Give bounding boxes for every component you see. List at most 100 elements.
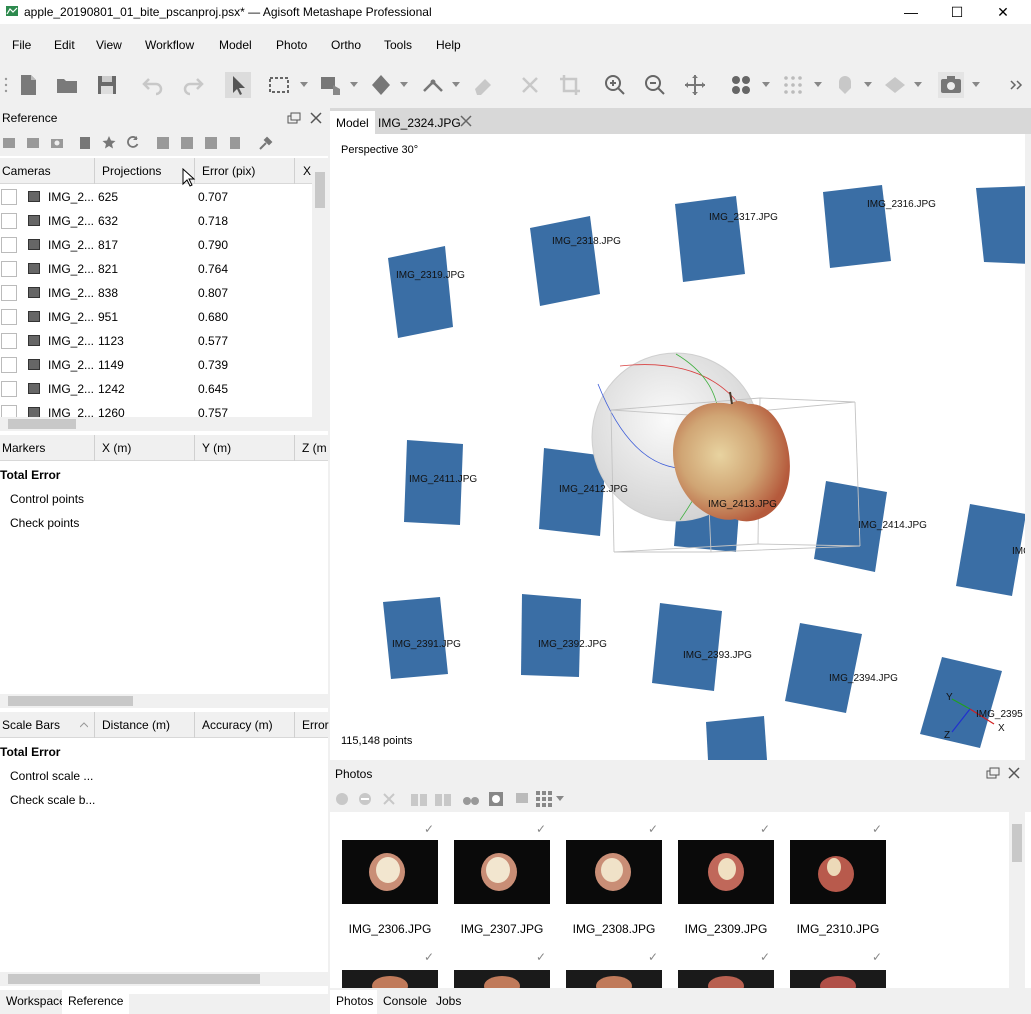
model-scene[interactable]: IMG_2319.JPG IMG_2318.JPG IMG_2317.JPG I…: [330, 134, 1025, 760]
photo-thumbnail[interactable]: [566, 970, 662, 988]
photo-thumbnail[interactable]: [342, 840, 438, 904]
ruler-icon[interactable]: [420, 72, 446, 98]
menu-tools[interactable]: Tools: [384, 38, 412, 52]
scrollbar-thumb[interactable]: [8, 419, 76, 429]
delete-icon[interactable]: [517, 72, 543, 98]
new-document-icon[interactable]: [15, 72, 41, 98]
photo-thumbnail[interactable]: [678, 840, 774, 904]
zoom-out-icon[interactable]: [642, 72, 668, 98]
menu-file[interactable]: File: [12, 38, 31, 52]
convert-reference-icon[interactable]: [50, 136, 64, 150]
tab-img-2324[interactable]: IMG_2324.JPG: [372, 111, 467, 134]
model-3d-view[interactable]: IMG_2319.JPG IMG_2318.JPG IMG_2317.JPG I…: [330, 134, 1025, 760]
menu-help[interactable]: Help: [436, 38, 461, 52]
photo-thumbnail[interactable]: [790, 840, 886, 904]
enable-camera-icon[interactable]: [335, 792, 349, 806]
tab-reference[interactable]: Reference: [62, 990, 130, 1014]
rotate-left-icon[interactable]: [410, 791, 428, 807]
disable-camera-icon[interactable]: [358, 792, 372, 806]
eraser-icon[interactable]: [470, 72, 496, 98]
show-texture-dropdown-icon[interactable]: [914, 82, 922, 88]
camera-rect[interactable]: [706, 716, 767, 760]
show-texture-icon[interactable]: [882, 72, 908, 98]
accuracy-m-column-header[interactable]: Accuracy (m): [202, 718, 273, 732]
menu-view[interactable]: View: [96, 38, 122, 52]
show-cameras-icon[interactable]: [728, 72, 754, 98]
x-m-column-header[interactable]: X (m): [102, 441, 131, 455]
move-region-icon[interactable]: [318, 72, 344, 98]
photo-thumbnail[interactable]: [566, 840, 662, 904]
camera-enable-checkbox[interactable]: [1, 333, 17, 349]
undock-panel-icon[interactable]: [287, 112, 301, 124]
view-source-icon[interactable]: [156, 136, 170, 150]
view-mode-grid-icon[interactable]: [536, 791, 552, 807]
photo-thumbnail[interactable]: [342, 970, 438, 988]
markers-check-points[interactable]: Check points: [10, 516, 79, 530]
table-row[interactable]: IMG_2... 1149 0.739: [0, 353, 312, 377]
undo-icon[interactable]: [140, 72, 166, 98]
image-thumb-icon[interactable]: [516, 793, 528, 803]
scalebars-check-scale[interactable]: Check scale b...: [10, 793, 95, 807]
view-mode-dropdown-icon[interactable]: [556, 796, 564, 802]
tab-photos[interactable]: Photos: [330, 990, 380, 1014]
select-arrow-icon[interactable]: [225, 72, 251, 98]
camera-rect[interactable]: [521, 594, 581, 677]
table-row[interactable]: IMG_2... 951 0.680: [0, 305, 312, 329]
camera-rect[interactable]: [920, 657, 1002, 748]
cameras-vertical-scrollbar[interactable]: [312, 160, 328, 418]
tab-jobs[interactable]: Jobs: [430, 990, 468, 1014]
scalebars-total-error[interactable]: Total Error: [0, 745, 60, 759]
save-icon[interactable]: [94, 72, 120, 98]
error-pix-column-header[interactable]: Error (pix): [202, 164, 255, 178]
distance-m-column-header[interactable]: Distance (m): [102, 718, 170, 732]
show-points-icon[interactable]: [780, 72, 806, 98]
y-m-column-header[interactable]: Y (m): [202, 441, 231, 455]
scrollbar-thumb[interactable]: [8, 696, 133, 706]
camera-rect[interactable]: [785, 623, 862, 713]
cameras-horizontal-scrollbar[interactable]: [0, 417, 328, 431]
rotate-object-icon[interactable]: [368, 72, 394, 98]
import-reference-icon[interactable]: [2, 136, 16, 150]
camera-enable-checkbox[interactable]: [1, 309, 17, 325]
maximize-button[interactable]: ☐: [934, 2, 980, 22]
minimize-button[interactable]: —: [888, 2, 934, 22]
move-region-dropdown-icon[interactable]: [350, 82, 358, 88]
menu-model[interactable]: Model: [219, 38, 252, 52]
markers-horizontal-scrollbar[interactable]: [0, 694, 328, 708]
menu-workflow[interactable]: Workflow: [145, 38, 194, 52]
camera-rect[interactable]: [652, 603, 722, 691]
markers-column-header[interactable]: Markers: [2, 441, 45, 455]
camera-enable-checkbox[interactable]: [1, 285, 17, 301]
update-refresh-icon[interactable]: [126, 135, 140, 149]
projections-column-header[interactable]: Projections: [102, 164, 161, 178]
ruler-dropdown-icon[interactable]: [452, 82, 460, 88]
markers-control-points[interactable]: Control points: [10, 492, 84, 506]
camera-rect[interactable]: [530, 216, 600, 306]
close-panel-icon[interactable]: [309, 111, 323, 125]
show-points-dropdown-icon[interactable]: [814, 82, 822, 88]
filter-photos-icon[interactable]: [462, 791, 480, 807]
show-model-icon[interactable]: [832, 72, 858, 98]
camera-enable-checkbox[interactable]: [1, 357, 17, 373]
photo-thumbnail[interactable]: [454, 840, 550, 904]
undock-panel-icon[interactable]: [986, 767, 1000, 779]
close-window-button[interactable]: ✕: [980, 2, 1026, 22]
photo-thumbnail[interactable]: [678, 970, 774, 988]
table-row[interactable]: IMG_2... 838 0.807: [0, 281, 312, 305]
rotate-object-dropdown-icon[interactable]: [400, 82, 408, 88]
photo-thumbnail[interactable]: [454, 970, 550, 988]
tab-console[interactable]: Console: [377, 990, 434, 1014]
camera-rect[interactable]: [976, 186, 1025, 264]
table-row[interactable]: IMG_2... 625 0.707: [0, 185, 312, 209]
capture-view-icon[interactable]: [938, 72, 964, 98]
table-row[interactable]: IMG_2... 632 0.718: [0, 209, 312, 233]
table-row[interactable]: IMG_2... 1260 0.757: [0, 401, 312, 417]
photo-thumbnail[interactable]: [790, 970, 886, 988]
camera-enable-checkbox[interactable]: [1, 237, 17, 253]
cameras-column-header[interactable]: Cameras: [2, 164, 51, 178]
table-row[interactable]: IMG_2... 821 0.764: [0, 257, 312, 281]
reset-view-icon[interactable]: [682, 72, 708, 98]
capture-view-dropdown-icon[interactable]: [972, 82, 980, 88]
remove-camera-icon[interactable]: [382, 792, 396, 806]
view-variance-icon[interactable]: [228, 136, 242, 150]
